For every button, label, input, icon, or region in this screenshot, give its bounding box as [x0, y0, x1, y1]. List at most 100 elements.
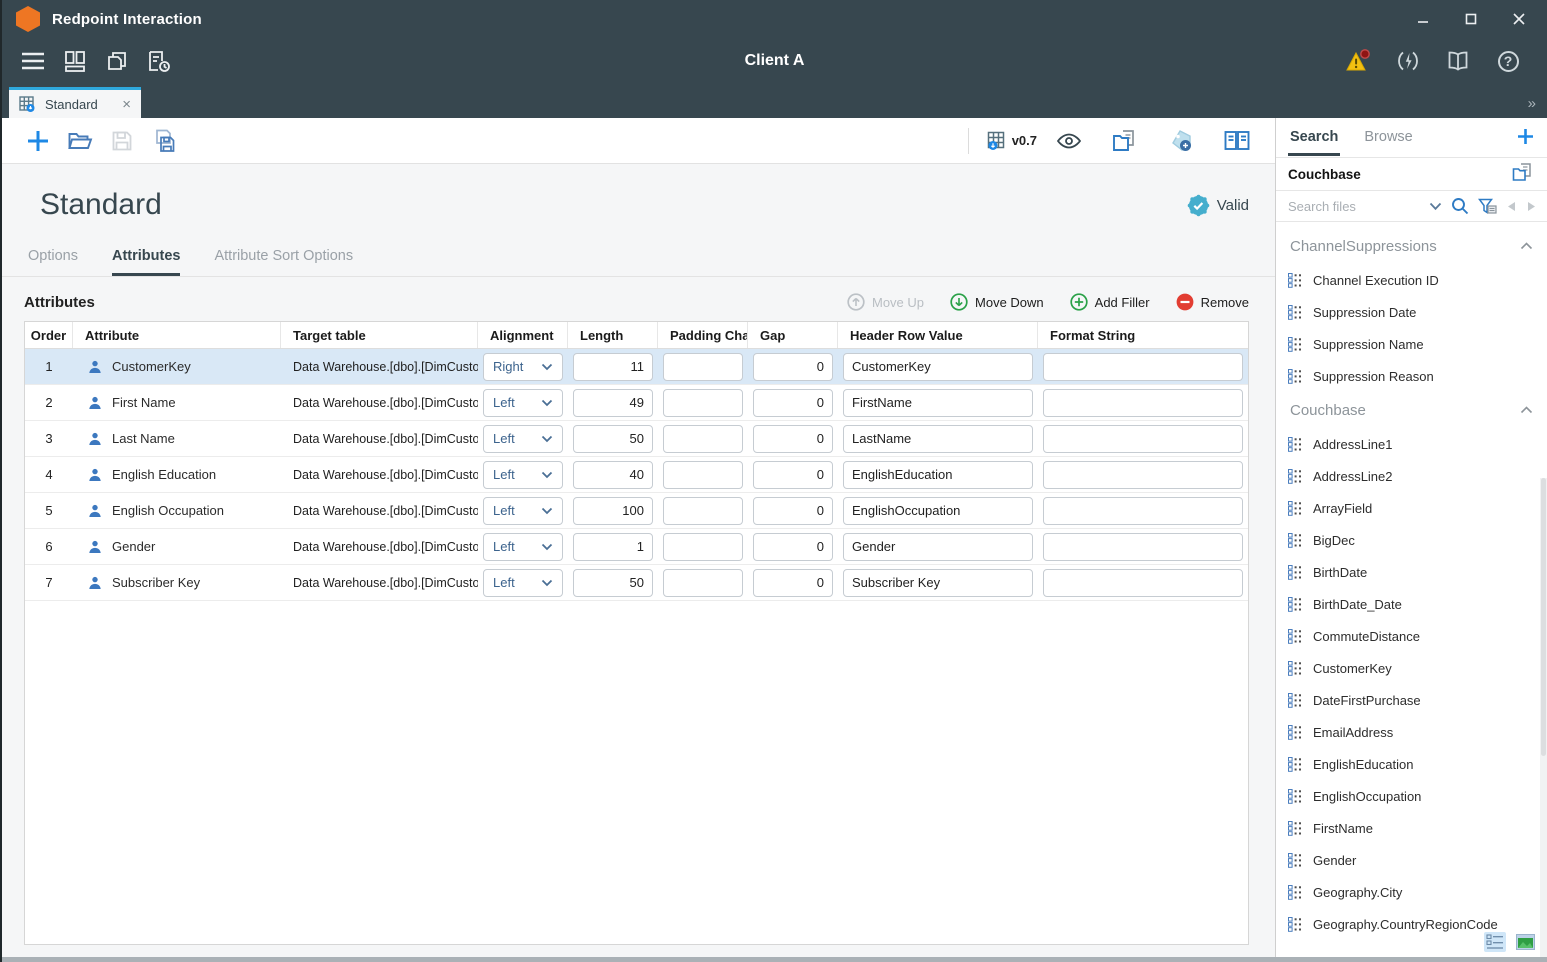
group-header-couchbase[interactable]: Couchbase: [1276, 392, 1547, 428]
sidebar-source-row[interactable]: Couchbase: [1276, 158, 1547, 191]
list-item[interactable]: EmailAddress: [1276, 716, 1547, 748]
tab-close-icon[interactable]: ×: [122, 97, 131, 112]
gap-input[interactable]: [753, 389, 833, 417]
warning-icon[interactable]: [1341, 44, 1375, 78]
chevron-down-icon[interactable]: [1429, 202, 1442, 211]
add-filler-button[interactable]: Add Filler: [1070, 293, 1150, 311]
menu-icon[interactable]: [16, 44, 50, 78]
format-string-input[interactable]: [1043, 569, 1243, 597]
alignment-dropdown[interactable]: Left: [483, 389, 563, 417]
format-string-input[interactable]: [1043, 389, 1243, 417]
sidebar-tab-browse[interactable]: Browse: [1362, 129, 1414, 156]
search-icon[interactable]: [1451, 197, 1469, 215]
tab-attributes[interactable]: Attributes: [112, 248, 180, 276]
search-files-input[interactable]: [1288, 199, 1420, 214]
list-item[interactable]: CommuteDistance: [1276, 620, 1547, 652]
new-document-icon[interactable]: [100, 44, 134, 78]
gap-input[interactable]: [753, 461, 833, 489]
open-source-icon[interactable]: [1511, 162, 1535, 187]
padding-char-input[interactable]: [663, 353, 743, 381]
remove-button[interactable]: Remove: [1176, 293, 1249, 311]
length-input[interactable]: [573, 569, 653, 597]
maximize-button[interactable]: [1451, 4, 1491, 34]
length-input[interactable]: [573, 497, 653, 525]
move-down-button[interactable]: Move Down: [950, 293, 1044, 311]
sidebar-scrollbar[interactable]: [1540, 478, 1547, 957]
header-row-value-input[interactable]: [843, 569, 1033, 597]
format-string-input[interactable]: [1043, 461, 1243, 489]
folder-document-icon[interactable]: [1107, 123, 1143, 159]
sidebar-add-icon[interactable]: [1516, 127, 1535, 151]
list-item[interactable]: AddressLine2: [1276, 460, 1547, 492]
table-row[interactable]: 3Last NameData Warehouse.[dbo].[DimCusto…: [25, 421, 1248, 457]
table-row[interactable]: 6GenderData Warehouse.[dbo].[DimCusto...…: [25, 529, 1248, 565]
format-string-input[interactable]: [1043, 497, 1243, 525]
list-item[interactable]: BirthDate_Date: [1276, 588, 1547, 620]
tab-options[interactable]: Options: [28, 248, 78, 276]
list-item[interactable]: EnglishOccupation: [1276, 780, 1547, 812]
minimize-button[interactable]: [1403, 4, 1443, 34]
list-item[interactable]: Suppression Name: [1276, 328, 1547, 360]
list-item[interactable]: CustomerKey: [1276, 652, 1547, 684]
document-history-icon[interactable]: [142, 44, 176, 78]
gap-input[interactable]: [753, 533, 833, 561]
alignment-dropdown[interactable]: Left: [483, 569, 563, 597]
length-input[interactable]: [573, 461, 653, 489]
save-all-icon[interactable]: [146, 123, 182, 159]
list-item[interactable]: Gender: [1276, 844, 1547, 876]
dashboard-icon[interactable]: [58, 44, 92, 78]
list-item[interactable]: Channel Execution ID: [1276, 264, 1547, 296]
padding-char-input[interactable]: [663, 389, 743, 417]
format-string-input[interactable]: [1043, 425, 1243, 453]
next-result-icon[interactable]: [1526, 201, 1537, 212]
tag-badge-icon[interactable]: [1163, 123, 1199, 159]
alignment-dropdown[interactable]: Left: [483, 461, 563, 489]
header-row-value-input[interactable]: [843, 425, 1033, 453]
header-row-value-input[interactable]: [843, 497, 1033, 525]
close-button[interactable]: [1499, 4, 1539, 34]
alignment-dropdown[interactable]: Right: [483, 353, 563, 381]
thumbnail-view-icon[interactable]: [1514, 932, 1537, 952]
tab-attribute-sort-options[interactable]: Attribute Sort Options: [214, 248, 353, 276]
padding-char-input[interactable]: [663, 569, 743, 597]
length-input[interactable]: [573, 425, 653, 453]
collapse-icon[interactable]: [1520, 237, 1533, 255]
list-item[interactable]: ArrayField: [1276, 492, 1547, 524]
list-view-icon[interactable]: [1484, 932, 1506, 952]
header-row-value-input[interactable]: [843, 533, 1033, 561]
gap-input[interactable]: [753, 425, 833, 453]
alignment-dropdown[interactable]: Left: [483, 533, 563, 561]
table-row[interactable]: 1CustomerKeyData Warehouse.[dbo].[DimCus…: [25, 349, 1248, 385]
filter-icon[interactable]: [1478, 198, 1497, 215]
gap-input[interactable]: [753, 497, 833, 525]
sidebar-tab-search[interactable]: Search: [1288, 129, 1340, 156]
gap-input[interactable]: [753, 353, 833, 381]
list-item[interactable]: AddressLine1: [1276, 428, 1547, 460]
collapse-icon[interactable]: [1520, 401, 1533, 419]
length-input[interactable]: [573, 533, 653, 561]
format-string-input[interactable]: [1043, 533, 1243, 561]
list-item[interactable]: BigDec: [1276, 524, 1547, 556]
alignment-dropdown[interactable]: Left: [483, 425, 563, 453]
padding-char-input[interactable]: [663, 497, 743, 525]
data-dictionary-icon[interactable]: [1219, 123, 1255, 159]
preview-eye-icon[interactable]: [1051, 123, 1087, 159]
tab-standard[interactable]: Standard ×: [9, 87, 141, 118]
open-folder-icon[interactable]: [62, 123, 98, 159]
list-item[interactable]: Geography.City: [1276, 876, 1547, 908]
tab-overflow-icon[interactable]: »: [1528, 95, 1535, 112]
list-item[interactable]: BirthDate: [1276, 556, 1547, 588]
padding-char-input[interactable]: [663, 425, 743, 453]
header-row-value-input[interactable]: [843, 461, 1033, 489]
list-item[interactable]: FirstName: [1276, 812, 1547, 844]
padding-char-input[interactable]: [663, 533, 743, 561]
table-row[interactable]: 5English OccupationData Warehouse.[dbo].…: [25, 493, 1248, 529]
header-row-value-input[interactable]: [843, 389, 1033, 417]
length-input[interactable]: [573, 353, 653, 381]
list-item[interactable]: DateFirstPurchase: [1276, 684, 1547, 716]
table-row[interactable]: 7Subscriber KeyData Warehouse.[dbo].[Dim…: [25, 565, 1248, 601]
header-row-value-input[interactable]: [843, 353, 1033, 381]
group-header-channelsuppressions[interactable]: ChannelSuppressions: [1276, 228, 1547, 264]
list-item[interactable]: Suppression Reason: [1276, 360, 1547, 392]
alignment-dropdown[interactable]: Left: [483, 497, 563, 525]
